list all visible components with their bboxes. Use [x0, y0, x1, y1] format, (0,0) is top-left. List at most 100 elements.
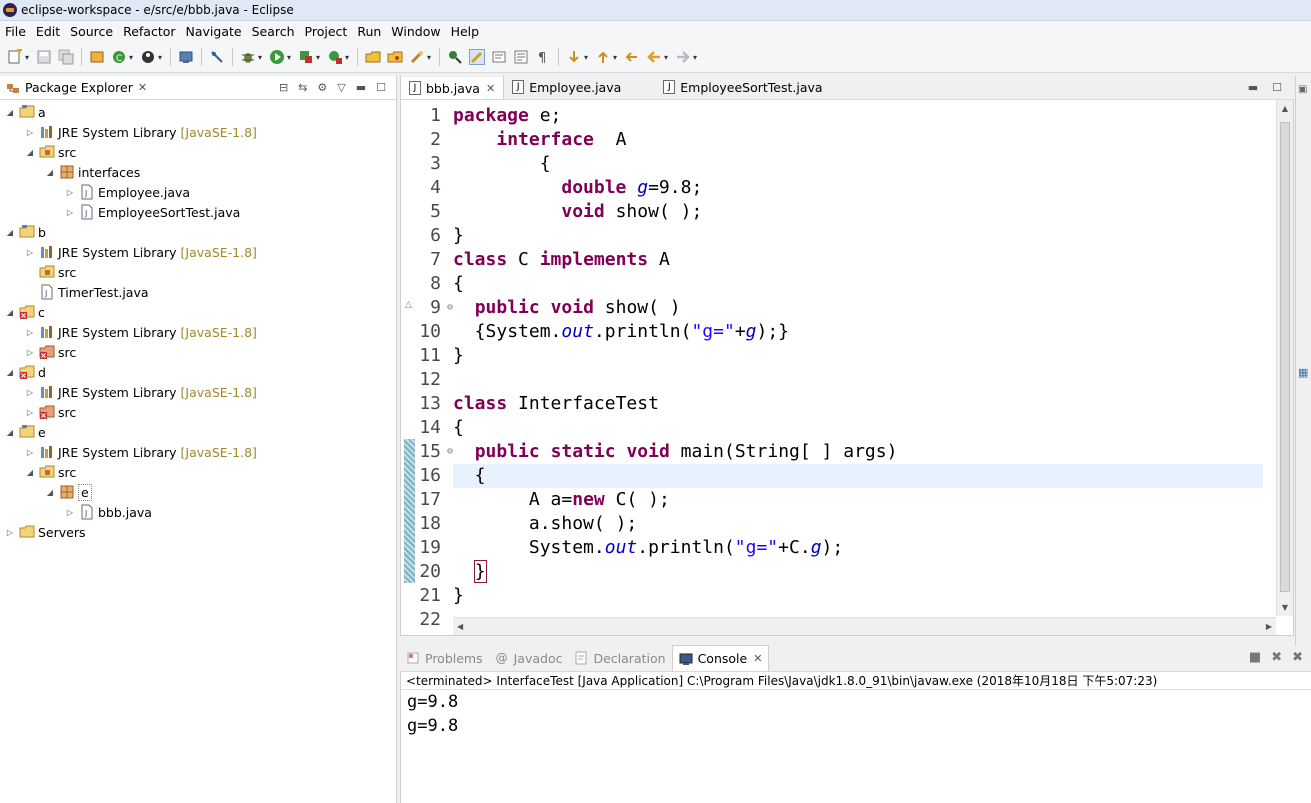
forward-dropdown-icon[interactable]: ▾: [693, 53, 700, 62]
collapse-arrow-icon[interactable]: ◢: [5, 428, 15, 437]
save-all-icon[interactable]: [58, 49, 74, 65]
package-explorer-tab[interactable]: Package Explorer ✕: [5, 80, 147, 96]
horizontal-scrollbar[interactable]: ◀ ▶: [453, 617, 1276, 635]
tab-declaration[interactable]: Declaration: [568, 645, 671, 671]
scroll-up-icon[interactable]: ▲: [1277, 100, 1293, 117]
new-java-project-icon[interactable]: [89, 49, 105, 65]
tree-item[interactable]: ◢ e: [0, 422, 46, 442]
outline-icon[interactable]: ▦: [1298, 366, 1308, 379]
tree-item[interactable]: J TimerTest.java: [0, 282, 149, 302]
show-whitespace-icon[interactable]: ¶: [535, 49, 551, 65]
coverage-dropdown-icon[interactable]: ▾: [316, 53, 323, 62]
maximize-icon[interactable]: ☐: [376, 81, 386, 94]
code-line[interactable]: public void show( ): [453, 296, 1263, 320]
code-line[interactable]: {: [453, 152, 1263, 176]
console-view[interactable]: <terminated> InterfaceTest [Java Applica…: [400, 672, 1311, 803]
scroll-down-icon[interactable]: ▼: [1277, 599, 1293, 616]
expand-arrow-icon[interactable]: ▷: [25, 348, 35, 357]
code-line[interactable]: System.out.println("g="+C.g);: [453, 536, 1263, 560]
tree-item[interactable]: ◢ d: [0, 362, 46, 382]
terminate-icon[interactable]: ■: [1249, 650, 1261, 665]
tree-item[interactable]: ◢ src: [0, 462, 76, 482]
scroll-thumb[interactable]: [1280, 122, 1290, 592]
view-menu-icon[interactable]: ▽: [337, 81, 345, 94]
collapse-arrow-icon[interactable]: ◢: [45, 488, 55, 497]
tree-item[interactable]: ▷ JRE System Library [JavaSE-1.8]: [0, 322, 257, 342]
run-dropdown-icon[interactable]: ▾: [287, 53, 294, 62]
run-icon[interactable]: [269, 49, 285, 65]
new-class-dropdown-icon[interactable]: ▾: [129, 53, 136, 62]
code-line[interactable]: }: [453, 224, 1263, 248]
tree-item[interactable]: ▷ J Employee.java: [0, 182, 190, 202]
coverage-icon[interactable]: [298, 49, 314, 65]
remove-all-terminated-icon[interactable]: ✖: [1292, 650, 1303, 665]
remove-launch-icon[interactable]: ✖: [1271, 650, 1282, 665]
search-icon[interactable]: [409, 49, 425, 65]
tree-item[interactable]: ▷ JRE System Library [JavaSE-1.8]: [0, 122, 257, 142]
perspective-dropdown-icon[interactable]: ▾: [158, 53, 165, 62]
external-tools-icon[interactable]: [327, 49, 343, 65]
link-with-editor-icon[interactable]: ⇆: [298, 81, 307, 94]
expand-arrow-icon[interactable]: ▷: [65, 508, 75, 517]
tree-item[interactable]: ▷ JRE System Library [JavaSE-1.8]: [0, 382, 257, 402]
tree-item[interactable]: ▷ JRE System Library [JavaSE-1.8]: [0, 442, 257, 462]
expand-arrow-icon[interactable]: ▷: [25, 248, 35, 257]
tab-bbb-java[interactable]: J bbb.java ✕: [400, 75, 505, 99]
code-line[interactable]: {System.out.println("g="+g);}: [453, 320, 1263, 344]
code-line[interactable]: {: [453, 272, 1263, 296]
collapse-arrow-icon[interactable]: ◢: [5, 108, 15, 117]
tree-item[interactable]: ▷ src: [0, 342, 76, 362]
next-annotation-icon[interactable]: [566, 49, 582, 65]
menu-search[interactable]: Search: [247, 21, 300, 42]
tree-item[interactable]: ◢ e: [0, 482, 92, 502]
open-task-icon[interactable]: [387, 49, 403, 65]
menu-edit[interactable]: Edit: [31, 21, 65, 42]
minimize-icon[interactable]: ▬: [1248, 81, 1258, 94]
tab-problems[interactable]: Problems: [400, 645, 489, 671]
code-line[interactable]: }: [453, 344, 1263, 368]
minimize-icon[interactable]: ▬: [356, 81, 366, 94]
tree-item[interactable]: ◢ a: [0, 102, 46, 122]
tree-item[interactable]: ▷ Jbbb.java: [0, 502, 152, 522]
back-icon[interactable]: [646, 49, 662, 65]
restore-icon[interactable]: ▣: [1298, 84, 1307, 95]
scroll-right-icon[interactable]: ▶: [1266, 622, 1272, 631]
menu-project[interactable]: Project: [300, 21, 353, 42]
tree-item[interactable]: src: [0, 262, 76, 282]
toggle-ant-icon[interactable]: [447, 49, 463, 65]
external-tools-dropdown-icon[interactable]: ▾: [345, 53, 352, 62]
code-line[interactable]: {: [453, 464, 1263, 488]
code-line[interactable]: A a=new C( );: [453, 488, 1263, 512]
toggle-block-selection-icon[interactable]: [491, 49, 507, 65]
tree-item[interactable]: ▷ J EmployeeSortTest.java: [0, 202, 240, 222]
scroll-left-icon[interactable]: ◀: [457, 622, 463, 631]
collapse-arrow-icon[interactable]: ◢: [45, 168, 55, 177]
code-editor[interactable]: △ 1 2 3 4 5 6 7 8 9 ⊖ 10 11 12 13 14 15 ⊖ 16 17 18 19 20 21 22 …: [400, 100, 1294, 636]
console-output[interactable]: g=9.8 g=9.8: [401, 690, 1311, 738]
code-line[interactable]: public static void main(String[ ] args): [453, 440, 1263, 464]
collapse-arrow-icon[interactable]: ◢: [25, 148, 35, 157]
menu-run[interactable]: Run: [352, 21, 386, 42]
new-icon[interactable]: [7, 49, 23, 65]
back-dropdown-icon[interactable]: ▾: [664, 53, 671, 62]
tree-item[interactable]: ▷ src: [0, 402, 76, 422]
close-icon[interactable]: ✕: [138, 81, 147, 94]
tree-item[interactable]: ◢ b: [0, 222, 46, 242]
expand-arrow-icon[interactable]: ▷: [25, 448, 35, 457]
save-icon[interactable]: [36, 49, 52, 65]
vertical-scrollbar[interactable]: ▲ ▼: [1276, 100, 1293, 616]
expand-arrow-icon[interactable]: ▷: [25, 408, 35, 417]
next-annotation-dropdown-icon[interactable]: ▾: [584, 53, 591, 62]
menu-file[interactable]: File: [0, 21, 31, 42]
collapse-arrow-icon[interactable]: ◢: [25, 468, 35, 477]
last-edit-location-icon[interactable]: [624, 49, 640, 65]
menu-help[interactable]: Help: [446, 21, 485, 42]
tree-item[interactable]: ◢ interfaces: [0, 162, 140, 182]
menu-window[interactable]: Window: [386, 21, 445, 42]
code-line[interactable]: package e;: [453, 104, 1263, 128]
new-class-icon[interactable]: C: [111, 49, 127, 65]
code-line[interactable]: class InterfaceTest: [453, 392, 1263, 416]
search-dropdown-icon[interactable]: ▾: [427, 53, 434, 62]
collapse-arrow-icon[interactable]: ◢: [5, 228, 15, 237]
expand-arrow-icon[interactable]: ▷: [5, 528, 15, 537]
